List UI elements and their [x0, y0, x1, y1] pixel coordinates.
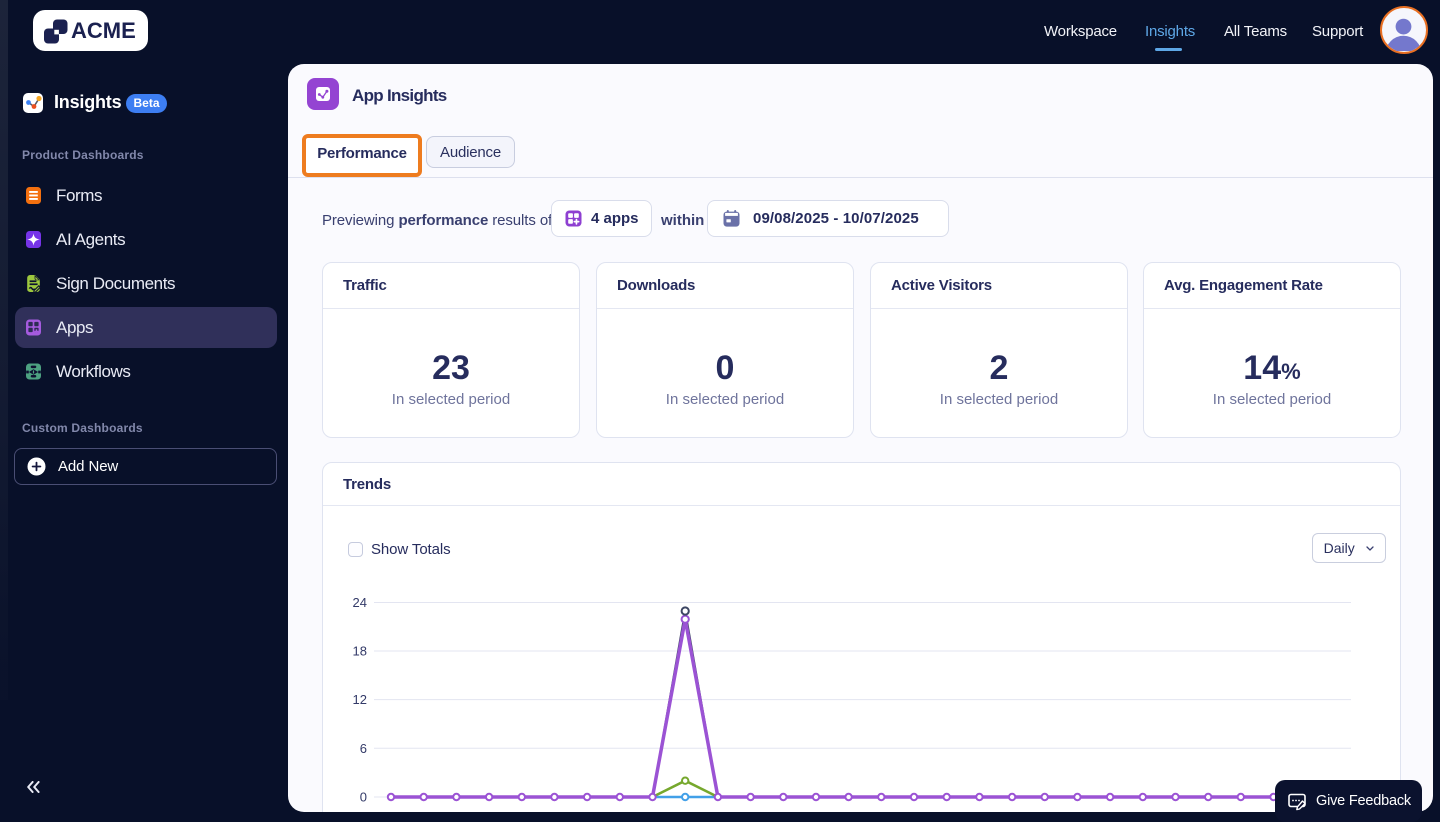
svg-text:12: 12: [353, 692, 367, 707]
svg-text:24: 24: [353, 595, 367, 610]
svg-text:6: 6: [360, 741, 367, 756]
svg-text:0: 0: [360, 790, 367, 805]
svg-text:18: 18: [353, 644, 367, 659]
